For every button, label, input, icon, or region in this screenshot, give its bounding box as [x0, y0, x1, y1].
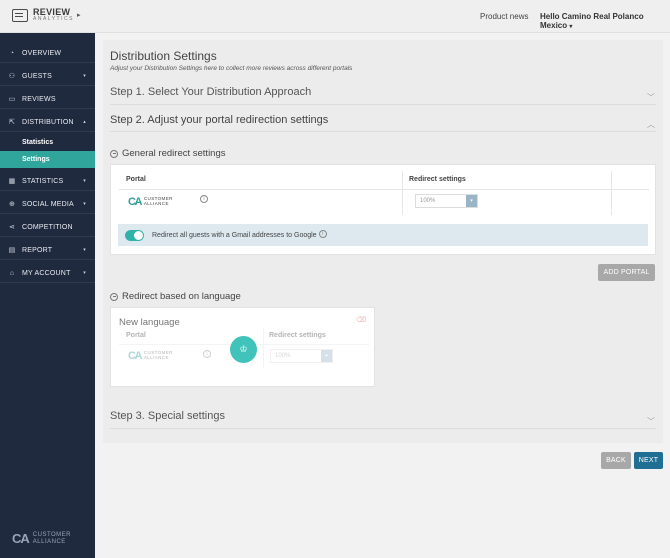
- ca-logo-icon: CA: [128, 350, 142, 362]
- chat-bubble-icon: [12, 8, 28, 22]
- general-redirect-heading[interactable]: General redirect settings: [110, 148, 226, 159]
- logo-line: ALLIANCE: [32, 538, 66, 545]
- sidebar-item-label: STATISTICS: [22, 177, 64, 185]
- chevron-down-icon: ▾: [466, 195, 477, 207]
- share-icon: ⋖: [8, 224, 16, 231]
- chat-icon: ▭: [8, 96, 16, 103]
- sidebar-item-report[interactable]: ▤ REPORT ▾: [0, 241, 95, 260]
- delete-icon[interactable]: ⌫: [356, 316, 366, 324]
- sidebar-item-label: DISTRIBUTION: [22, 118, 74, 126]
- bar-chart-icon: ▦: [8, 178, 16, 185]
- next-button[interactable]: NEXT: [634, 452, 663, 469]
- column-header-portal: Portal: [126, 332, 146, 339]
- divider: [110, 104, 656, 105]
- column-header-redirect: Redirect settings: [269, 332, 326, 339]
- sidebar-item-label: GUESTS: [22, 72, 52, 80]
- language-redirect-select[interactable]: 100% ▾: [270, 349, 333, 363]
- chevron-down-icon: ▾: [83, 73, 86, 79]
- chevron-down-icon: ▾: [83, 201, 86, 207]
- sidebar-item-label: SOCIAL MEDIA: [22, 200, 74, 208]
- select-value: 100%: [420, 198, 436, 204]
- user-icon: ⚇: [8, 73, 16, 80]
- sidebar-item-distribution[interactable]: ⇱ DISTRIBUTION ▴: [0, 113, 95, 132]
- customer-alliance-portal-logo: CA CUSTOMER ALLIANCE: [128, 350, 173, 362]
- add-language-button[interactable]: ♔: [230, 336, 257, 363]
- column-divider: [402, 171, 403, 215]
- app-logo[interactable]: REVIEW ANALYTICS: [12, 8, 74, 22]
- gmail-redirect-row: Redirect all guests with a Gmail address…: [118, 224, 648, 246]
- home-icon: ⌂: [9, 269, 15, 277]
- gmail-redirect-toggle[interactable]: [125, 229, 144, 241]
- column-header-redirect: Redirect settings: [409, 176, 466, 183]
- sidebar-subitem-statistics[interactable]: Statistics: [0, 134, 95, 151]
- column-divider: [263, 328, 264, 368]
- chevron-down-icon: ▾: [321, 350, 332, 362]
- divider: [110, 131, 656, 132]
- gmail-redirect-label: Redirect all guests with a Gmail address…: [152, 231, 317, 239]
- sidebar-item-competition[interactable]: ⋖ COMPETITION: [0, 218, 95, 237]
- step-2-header[interactable]: Step 2. Adjust your portal redirection s…: [110, 114, 328, 126]
- sidebar-item-reviews[interactable]: ▭ REVIEWS: [0, 90, 95, 109]
- sidebar-subitem-settings[interactable]: Settings: [0, 151, 95, 168]
- collapse-icon: [110, 292, 118, 301]
- chevron-down-icon[interactable]: ﹀: [647, 416, 655, 427]
- top-bar: REVIEW ANALYTICS ▸ Product news Hello Ca…: [0, 0, 670, 33]
- select-value: 100%: [275, 353, 291, 359]
- crown-icon: ♔: [239, 344, 248, 354]
- step-1-header[interactable]: Step 1. Select Your Distribution Approac…: [110, 86, 311, 98]
- general-redirect-card: Portal Redirect settings CA CUSTOMER ALL…: [110, 164, 656, 255]
- sidebar-item-label: COMPETITION: [22, 223, 73, 231]
- new-language-label[interactable]: New language: [119, 317, 180, 328]
- chevron-down-icon: ▾: [569, 24, 573, 30]
- sidebar-item-statistics[interactable]: ▦ STATISTICS ▾: [0, 172, 95, 191]
- sidebar-item-social-media[interactable]: ⊕ SOCIAL MEDIA ▾: [0, 195, 95, 214]
- sidebar-item-label: MY ACCOUNT: [22, 269, 71, 277]
- product-news-link[interactable]: Product news: [480, 12, 528, 21]
- divider: [110, 428, 656, 429]
- language-redirect-heading[interactable]: Redirect based on language: [110, 291, 241, 302]
- page-subtitle: Adjust your Distribution Settings here t…: [110, 65, 353, 72]
- dashboard-icon: ◔: [9, 49, 15, 57]
- ca-logo-icon: CA: [12, 531, 30, 546]
- collapse-icon: [110, 149, 118, 158]
- info-icon[interactable]: i: [203, 350, 211, 358]
- chevron-down-icon: ▾: [83, 247, 86, 253]
- row-divider: [119, 189, 649, 190]
- globe-icon: ⊕: [8, 201, 16, 208]
- chevron-up-icon: ▴: [83, 119, 86, 125]
- report-icon: ▤: [8, 247, 16, 254]
- distribution-settings-panel: Distribution Settings Adjust your Distri…: [103, 40, 663, 443]
- customer-alliance-logo: CA CUSTOMER ALLIANCE: [12, 531, 71, 546]
- sidebar-item-label: OVERVIEW: [22, 49, 62, 57]
- add-portal-button[interactable]: ADD PORTAL: [598, 264, 655, 281]
- chevron-up-icon[interactable]: ︿: [647, 119, 655, 130]
- chevron-down-icon[interactable]: ﹀: [647, 92, 655, 103]
- logo-subtitle: ANALYTICS: [33, 16, 74, 22]
- info-icon[interactable]: i: [318, 230, 327, 238]
- sidebar-item-my-account[interactable]: ⌂ MY ACCOUNT ▾: [0, 264, 95, 283]
- sidebar: ◔ OVERVIEW ⚇ GUESTS ▾ ▭ REVIEWS ⇱ DISTRI…: [0, 33, 95, 558]
- sidebar-item-label: REPORT: [22, 246, 53, 254]
- sidebar-item-label: REVIEWS: [22, 95, 56, 103]
- sidebar-item-guests[interactable]: ⚇ GUESTS ▾: [0, 67, 95, 86]
- chevron-down-icon: ▾: [83, 178, 86, 184]
- chevron-down-icon: ▾: [83, 270, 86, 276]
- logo-line: CUSTOMER: [32, 531, 72, 538]
- ca-logo-icon: CA: [128, 196, 142, 208]
- page-title: Distribution Settings: [110, 49, 217, 63]
- column-header-portal: Portal: [126, 176, 146, 183]
- customer-alliance-portal-logo: CA CUSTOMER ALLIANCE: [128, 196, 173, 208]
- hotel-name: Hello Camino Real Polanco Mexico: [540, 12, 644, 30]
- column-divider: [611, 171, 612, 215]
- step-3-header[interactable]: Step 3. Special settings: [110, 410, 225, 422]
- export-icon: ⇱: [8, 119, 16, 126]
- sidebar-item-overview[interactable]: ◔ OVERVIEW: [0, 44, 95, 63]
- redirect-percent-select[interactable]: 100% ▾: [415, 194, 478, 208]
- hotel-selector[interactable]: Hello Camino Real Polanco Mexico ▾: [540, 12, 670, 30]
- chevron-right-icon[interactable]: ▸: [77, 11, 81, 19]
- back-button[interactable]: BACK: [601, 452, 631, 469]
- language-redirect-card: New language ⌫ Portal Redirect settings …: [110, 307, 375, 387]
- info-icon[interactable]: i: [200, 195, 208, 203]
